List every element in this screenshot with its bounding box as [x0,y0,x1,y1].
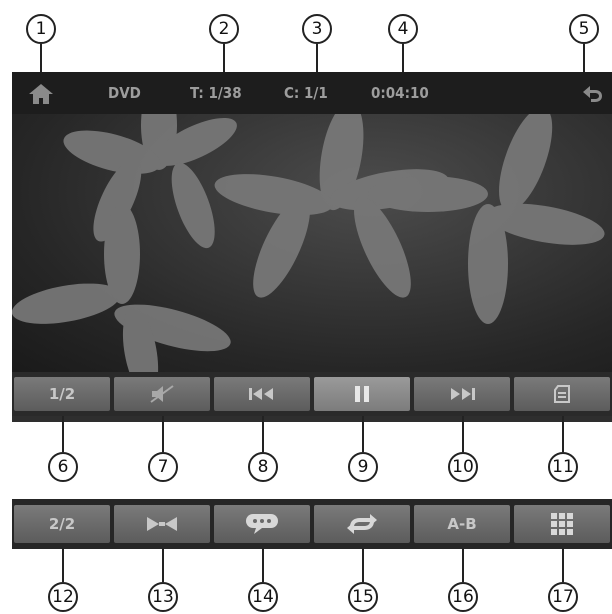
keypad-grid-icon [551,513,573,535]
callout-15: 15 [348,582,378,612]
zoom-button[interactable] [114,505,210,543]
callout-8: 8 [248,452,278,482]
leader-line-8 [262,416,264,452]
leader-line-11 [562,416,564,452]
previous-button[interactable] [214,377,310,411]
video-area[interactable] [12,114,612,372]
callout-3: 3 [302,14,332,44]
menu-list-icon [554,385,570,403]
speech-bubble-icon [246,514,278,534]
home-icon[interactable] [28,83,54,105]
callout-17: 17 [548,582,578,612]
menu-button[interactable] [514,377,610,411]
return-icon[interactable] [580,84,604,104]
callout-1: 1 [26,14,56,44]
toolbar-page-2: 2/2 A-B [12,499,612,549]
chapter-counter: C: 1/1 [284,84,328,102]
callout-11: 11 [548,452,578,482]
skip-forward-icon [451,388,475,400]
mute-icon [150,385,174,403]
source-label: DVD [108,84,141,102]
leader-line-15 [362,548,364,582]
pause-button[interactable] [314,377,410,411]
callout-4: 4 [388,14,418,44]
repeat-icon [347,514,377,534]
ab-repeat-button[interactable]: A-B [414,505,510,543]
leader-line-13 [162,548,164,582]
callout-13: 13 [148,582,178,612]
callout-9: 9 [348,452,378,482]
pause-icon [355,386,369,402]
subtitle-button[interactable] [214,505,310,543]
callout-7: 7 [148,452,178,482]
mute-button[interactable] [114,377,210,411]
skip-back-icon [249,388,273,400]
leaves-image [12,114,605,372]
repeat-button[interactable] [314,505,410,543]
leader-line-16 [462,548,464,582]
callout-6: 6 [48,452,78,482]
callout-5: 5 [569,14,599,44]
leader-line-9 [362,416,364,452]
leader-line-12 [62,548,64,582]
keypad-button[interactable] [514,505,610,543]
callout-2: 2 [209,14,239,44]
status-bar: DVD T: 1/38 C: 1/1 0:04:10 [12,72,612,114]
callout-16: 16 [448,582,478,612]
elapsed-time: 0:04:10 [371,84,429,102]
dvd-player-screen: DVD T: 1/38 C: 1/1 0:04:10 1/2 [12,72,612,422]
leader-line-10 [462,416,464,452]
page-2-of-2-button[interactable]: 2/2 [14,505,110,543]
toolbar-page-1: 1/2 [12,372,612,416]
leader-line-7 [162,416,164,452]
title-counter: T: 1/38 [190,84,242,102]
page-1-of-2-button[interactable]: 1/2 [14,377,110,411]
zoom-icon [147,517,177,531]
callout-10: 10 [448,452,478,482]
leader-line-14 [262,548,264,582]
callout-12: 12 [48,582,78,612]
next-button[interactable] [414,377,510,411]
callout-14: 14 [248,582,278,612]
leader-line-6 [62,416,64,452]
leader-line-17 [562,548,564,582]
